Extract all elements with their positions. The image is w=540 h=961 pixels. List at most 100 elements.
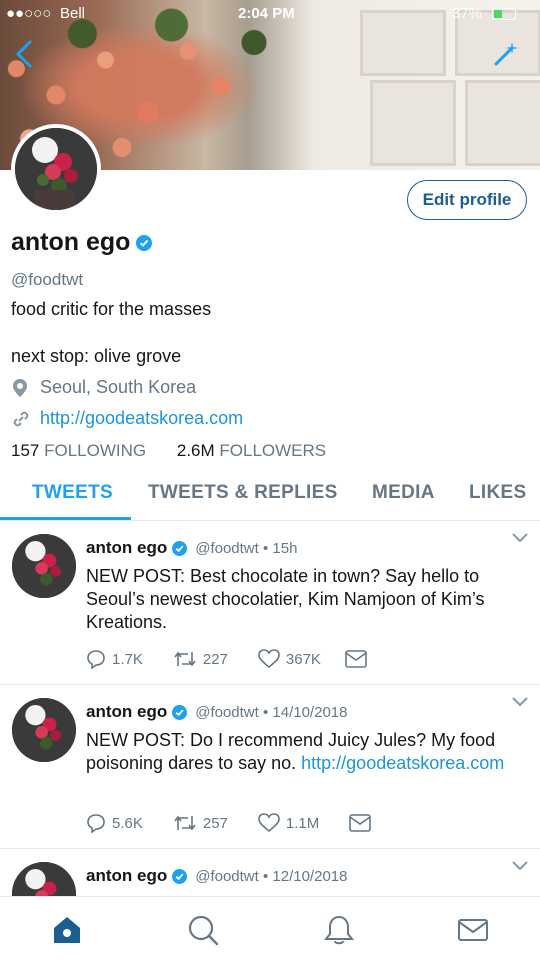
location-pin-icon — [13, 378, 27, 397]
profile-avatar[interactable] — [11, 124, 101, 214]
tab-tweets-replies[interactable]: TWEETS & REPLIES — [148, 482, 338, 504]
dm-share-button[interactable] — [345, 650, 373, 668]
sparkle-button[interactable] — [492, 40, 520, 68]
reply-count: 5.6K — [112, 814, 143, 832]
tweet-actions: 5.6K 257 1.1M — [86, 813, 377, 833]
sparkle-icon — [494, 42, 518, 66]
tweet-header: anton ego @foodtwt • 12/10/2018 — [86, 866, 347, 886]
header-window-pane — [465, 80, 540, 166]
tweet-header: anton ego @foodtwt • 14/10/2018 — [86, 702, 347, 722]
like-button[interactable]: 367K — [258, 649, 321, 669]
dm-share-button[interactable] — [349, 814, 377, 832]
search-icon — [188, 915, 219, 946]
carrier-label: Bell — [60, 5, 86, 22]
reply-button[interactable]: 1.7K — [86, 649, 143, 669]
display-name-row: anton ego — [11, 228, 153, 257]
signal-icon: ●●○○○ — [6, 5, 52, 22]
caret-down-icon[interactable] — [512, 533, 528, 543]
profile-bio-line2: next stop: olive grove — [11, 346, 182, 366]
tweet-actions: 1.7K 227 367K — [86, 649, 373, 669]
tweet-author-name[interactable]: anton ego — [86, 702, 167, 722]
profile-tabs: TWEETS TWEETS & REPLIES MEDIA LIKES — [0, 470, 540, 521]
back-icon — [15, 40, 32, 68]
like-count: 367K — [285, 650, 321, 668]
like-count: 1.1M — [285, 814, 320, 832]
retweet-icon — [174, 815, 196, 831]
like-icon — [258, 649, 280, 669]
tweet-avatar[interactable] — [12, 534, 76, 598]
retweet-button[interactable]: 257 — [173, 814, 228, 832]
tweet-link[interactable]: http://goodeatskorea.com — [301, 753, 504, 773]
tab-likes[interactable]: LIKES — [469, 482, 526, 504]
link-text[interactable]: http://goodeatskorea.com — [40, 408, 243, 429]
reply-icon — [87, 814, 105, 833]
retweet-count: 257 — [202, 814, 228, 832]
reply-button[interactable]: 5.6K — [86, 813, 143, 833]
tweet-avatar[interactable] — [12, 862, 76, 896]
like-button[interactable]: 1.1M — [258, 813, 319, 833]
message-icon — [349, 814, 372, 832]
followers-label: FOLLOWERS — [219, 441, 327, 460]
following-label: FOLLOWING — [44, 441, 147, 460]
tweet-text: NEW POST: Do I recommend Juicy Jules? My… — [86, 729, 526, 775]
battery-icon — [492, 8, 516, 20]
followers-count: 2.6M — [176, 441, 215, 460]
back-button[interactable] — [10, 38, 42, 70]
tab-media[interactable]: MEDIA — [372, 482, 435, 504]
following-count: 157 — [11, 441, 40, 460]
tweet-meta: @foodtwt • 15h — [195, 539, 298, 557]
profile-location: Seoul, South Korea — [11, 377, 196, 398]
battery-percent: 37% — [452, 5, 483, 22]
avatar-bouquet-image — [15, 128, 97, 210]
status-bar: ●●○○○ Bell 2:04 PM 37% — [0, 0, 540, 28]
reply-icon — [87, 650, 105, 669]
tweet-item[interactable]: anton ego @foodtwt • 14/10/2018 NEW POST… — [0, 685, 540, 849]
profile-link[interactable]: http://goodeatskorea.com — [11, 408, 243, 429]
avatar-bouquet-image — [12, 862, 76, 896]
nav-notifications-button[interactable] — [322, 913, 356, 947]
like-icon — [258, 813, 280, 833]
verified-icon — [172, 868, 188, 884]
verified-icon — [172, 540, 188, 556]
location-text: Seoul, South Korea — [40, 377, 197, 397]
tweet-author-name[interactable]: anton ego — [86, 538, 167, 558]
home-icon — [54, 917, 80, 943]
avatar-bouquet-image — [12, 534, 76, 598]
edit-profile-button[interactable]: Edit profile — [407, 180, 527, 220]
profile-handle: @foodtwt — [11, 270, 84, 289]
caret-down-icon[interactable] — [512, 697, 528, 707]
tweet-item[interactable]: anton ego @foodtwt • 15h NEW POST: Best … — [0, 521, 540, 685]
tweet-item[interactable]: anton ego @foodtwt • 12/10/2018 — [0, 849, 540, 896]
message-icon — [345, 650, 367, 668]
followers-stat[interactable]: 2.6M FOLLOWERS — [177, 441, 326, 460]
tab-tweets[interactable]: TWEETS — [32, 482, 113, 504]
avatar-bouquet-image — [12, 698, 76, 762]
retweet-button[interactable]: 227 — [173, 650, 228, 668]
status-time: 2:04 PM — [238, 5, 295, 22]
reply-count: 1.7K — [112, 650, 143, 668]
follow-stats: 157 FOLLOWING 2.6M FOLLOWERS — [11, 441, 326, 461]
link-icon — [13, 411, 29, 426]
nav-search-button[interactable] — [186, 913, 220, 947]
retweet-count: 227 — [202, 650, 228, 668]
verified-icon — [172, 704, 188, 720]
verified-icon — [136, 235, 153, 252]
tweet-author-name[interactable]: anton ego — [86, 866, 167, 886]
bottom-navigation — [0, 896, 540, 961]
tweet-text: NEW POST: Best chocolate in town? Say he… — [86, 566, 485, 632]
nav-messages-button[interactable] — [456, 913, 490, 947]
header-window-pane — [370, 80, 456, 166]
tweet-avatar[interactable] — [12, 698, 76, 762]
tweet-meta: @foodtwt • 14/10/2018 — [195, 703, 348, 721]
caret-down-icon[interactable] — [512, 861, 528, 871]
following-stat[interactable]: 157 FOLLOWING — [11, 441, 146, 460]
tweet-header: anton ego @foodtwt • 15h — [86, 538, 297, 558]
messages-icon — [458, 919, 488, 941]
notifications-icon — [323, 915, 355, 945]
display-name: anton ego — [11, 228, 131, 256]
tweet-meta: @foodtwt • 12/10/2018 — [195, 867, 348, 885]
profile-bio-line1: food critic for the masses — [11, 299, 212, 319]
nav-home-button[interactable] — [50, 913, 84, 947]
retweet-icon — [174, 651, 196, 667]
active-tab-indicator — [0, 517, 131, 520]
